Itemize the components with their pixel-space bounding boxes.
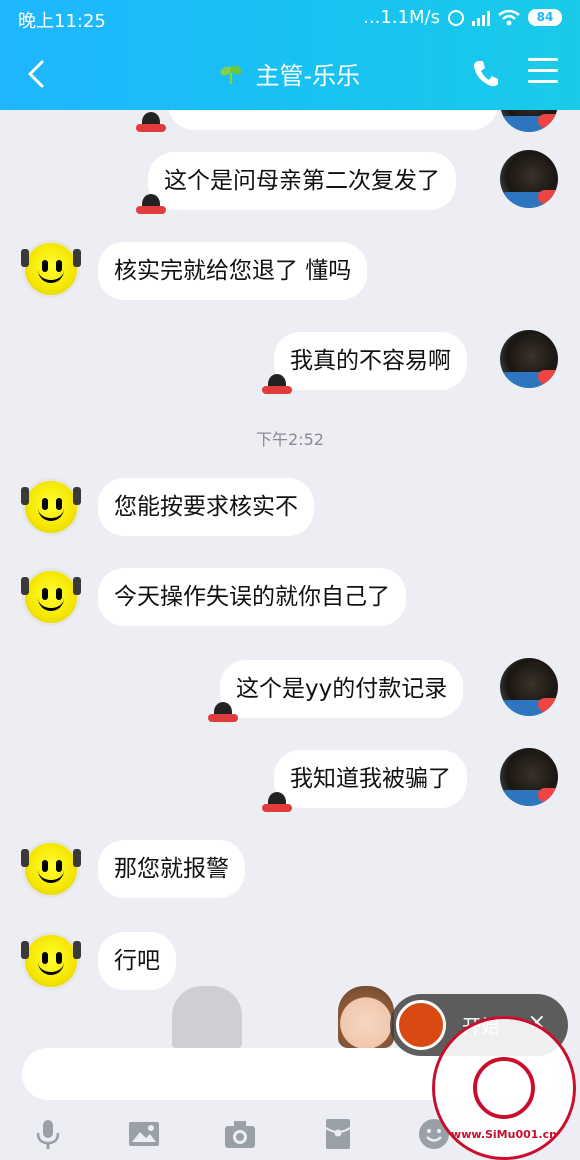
anime-avatar-sticker	[338, 986, 394, 1048]
message-bubble[interactable]: 今天操作失误的就你自己了	[98, 568, 406, 626]
smiley-avatar-icon[interactable]	[21, 840, 81, 898]
image-icon[interactable]	[126, 1116, 162, 1152]
status-bar: 晚上11:25 ...1.1M/s 84	[0, 0, 580, 36]
wifi-icon	[498, 9, 520, 25]
my-avatar[interactable]	[500, 110, 558, 132]
network-speed: ...1.1M/s	[363, 7, 440, 28]
message-bubble[interactable]: 这个是问母亲第二次复发了	[148, 152, 456, 210]
qq-penguin-icon	[136, 110, 166, 136]
smiley-avatar-icon[interactable]	[21, 240, 81, 298]
qq-penguin-icon	[262, 372, 292, 398]
message-bubble[interactable]: 这个是yy的付款记录	[220, 660, 464, 718]
status-icons: ...1.1M/s 84	[363, 7, 562, 28]
sticker-figure	[172, 986, 242, 1048]
my-avatar[interactable]	[500, 658, 558, 716]
qq-penguin-icon	[136, 192, 166, 218]
chat-header: 主管-乐乐	[0, 36, 580, 110]
sprout-icon	[220, 65, 242, 84]
message-bubble[interactable]: 您能按要求核实不	[98, 478, 314, 536]
camera-icon[interactable]	[222, 1116, 258, 1152]
message-bubble[interactable]: 那您就报警	[98, 840, 245, 898]
phone-icon[interactable]	[472, 58, 500, 88]
top-bar: 晚上11:25 ...1.1M/s 84 主管-乐乐	[0, 0, 580, 110]
message-bubble[interactable]: 核实完就给您退了 懂吗	[98, 242, 368, 300]
chat-area[interactable]: 这个是问母亲第二次复发了 核实完就给您退了 懂吗 我真的不容易啊 下午2:52 …	[0, 110, 580, 1050]
my-avatar[interactable]	[500, 150, 558, 208]
microphone-icon[interactable]	[30, 1116, 66, 1152]
partial-bubble	[168, 110, 498, 130]
signal-icon	[472, 10, 490, 26]
timestamp: 下午2:52	[256, 430, 324, 449]
watermark-logo: www.SiMu001.cn	[432, 1016, 576, 1160]
my-avatar[interactable]	[500, 330, 558, 388]
message-bubble[interactable]: 我真的不容易啊	[274, 332, 467, 390]
alarm-icon	[448, 9, 464, 26]
watermark-text: www.SiMu001.cn	[451, 1128, 557, 1141]
my-avatar[interactable]	[500, 748, 558, 806]
smiley-avatar-icon[interactable]	[21, 568, 81, 626]
smiley-avatar-icon[interactable]	[21, 932, 81, 990]
message-bubble[interactable]: 我知道我被骗了	[274, 750, 467, 808]
contact-name: 主管-乐乐	[255, 62, 361, 90]
record-button[interactable]	[396, 1000, 446, 1050]
qq-penguin-icon	[262, 790, 292, 816]
smiley-avatar-icon[interactable]	[21, 478, 81, 536]
qq-penguin-icon	[208, 700, 238, 726]
menu-icon[interactable]	[528, 58, 558, 86]
status-time: 晚上11:25	[18, 11, 106, 32]
battery-icon: 84	[528, 9, 562, 26]
red-packet-icon[interactable]	[320, 1116, 356, 1152]
message-bubble[interactable]: 行吧	[98, 932, 176, 990]
